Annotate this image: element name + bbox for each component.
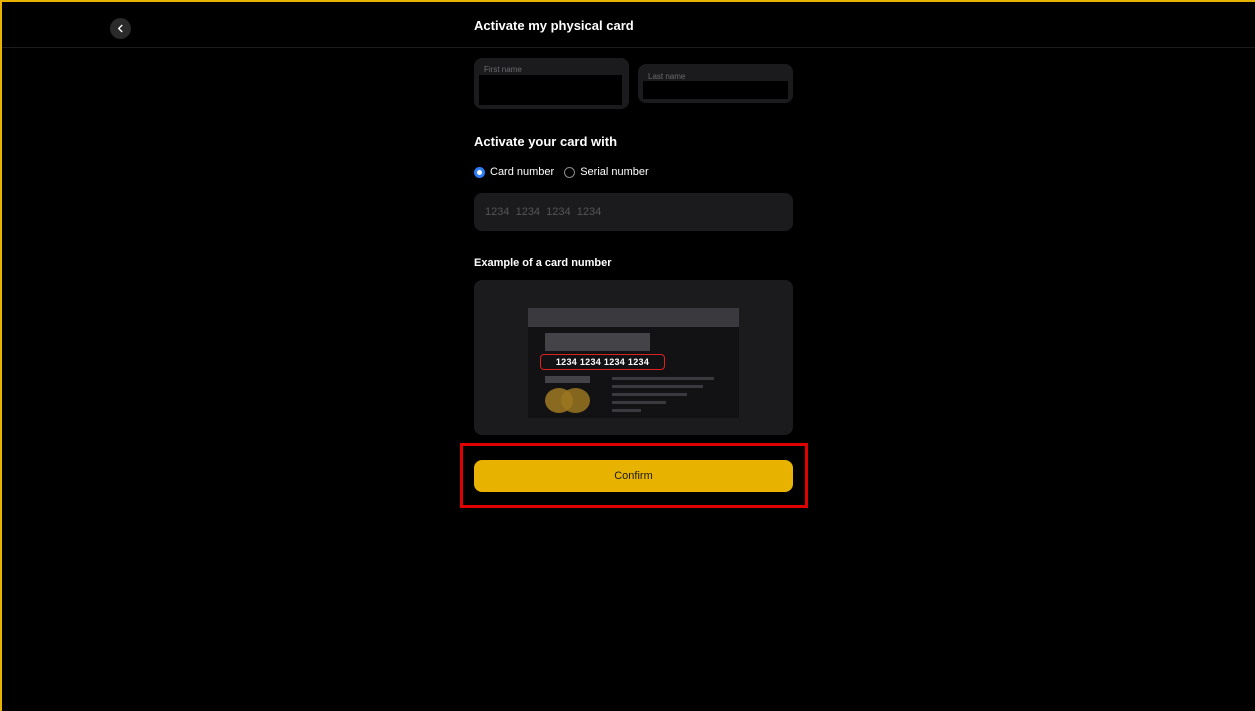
- card-text-line: [612, 377, 714, 380]
- sample-card-number: 1234 1234 1234 1234: [540, 354, 665, 370]
- magnetic-stripe: [528, 308, 739, 327]
- last-name-input[interactable]: [643, 81, 788, 99]
- card-text-line: [612, 393, 687, 396]
- serial-number-radio-label[interactable]: Serial number: [580, 166, 648, 178]
- chevron-left-icon: [118, 24, 123, 33]
- example-title: Example of a card number: [474, 257, 612, 269]
- first-name-label: First name: [484, 65, 522, 74]
- card-example-illustration: 1234 1234 1234 1234: [474, 280, 793, 435]
- last-name-field[interactable]: Last name: [638, 64, 793, 103]
- first-name-field[interactable]: First name: [474, 58, 629, 109]
- card-placeholder-block: [545, 333, 650, 351]
- card-number-input[interactable]: [474, 193, 793, 231]
- activation-method-group: Card number Serial number: [474, 166, 659, 178]
- last-name-label: Last name: [648, 72, 686, 81]
- app-frame: Activate my physical card First name Las…: [0, 0, 1255, 711]
- card-logo-right-circle: [561, 388, 590, 413]
- back-button[interactable]: [110, 18, 131, 39]
- activation-section-title: Activate your card with: [474, 134, 618, 149]
- card-number-radio-label[interactable]: Card number: [490, 166, 554, 178]
- first-name-input[interactable]: [479, 75, 622, 105]
- card-text-line: [612, 401, 666, 404]
- card-number-radio[interactable]: [474, 166, 485, 178]
- confirm-button[interactable]: Confirm: [474, 460, 793, 492]
- card-graphic: 1234 1234 1234 1234: [528, 308, 739, 418]
- serial-number-radio[interactable]: [564, 166, 576, 178]
- card-text-line: [612, 385, 703, 388]
- page-title: Activate my physical card: [474, 18, 634, 33]
- top-bar: Activate my physical card: [2, 2, 1255, 48]
- card-placeholder-small: [545, 376, 590, 383]
- card-text-line: [612, 409, 641, 412]
